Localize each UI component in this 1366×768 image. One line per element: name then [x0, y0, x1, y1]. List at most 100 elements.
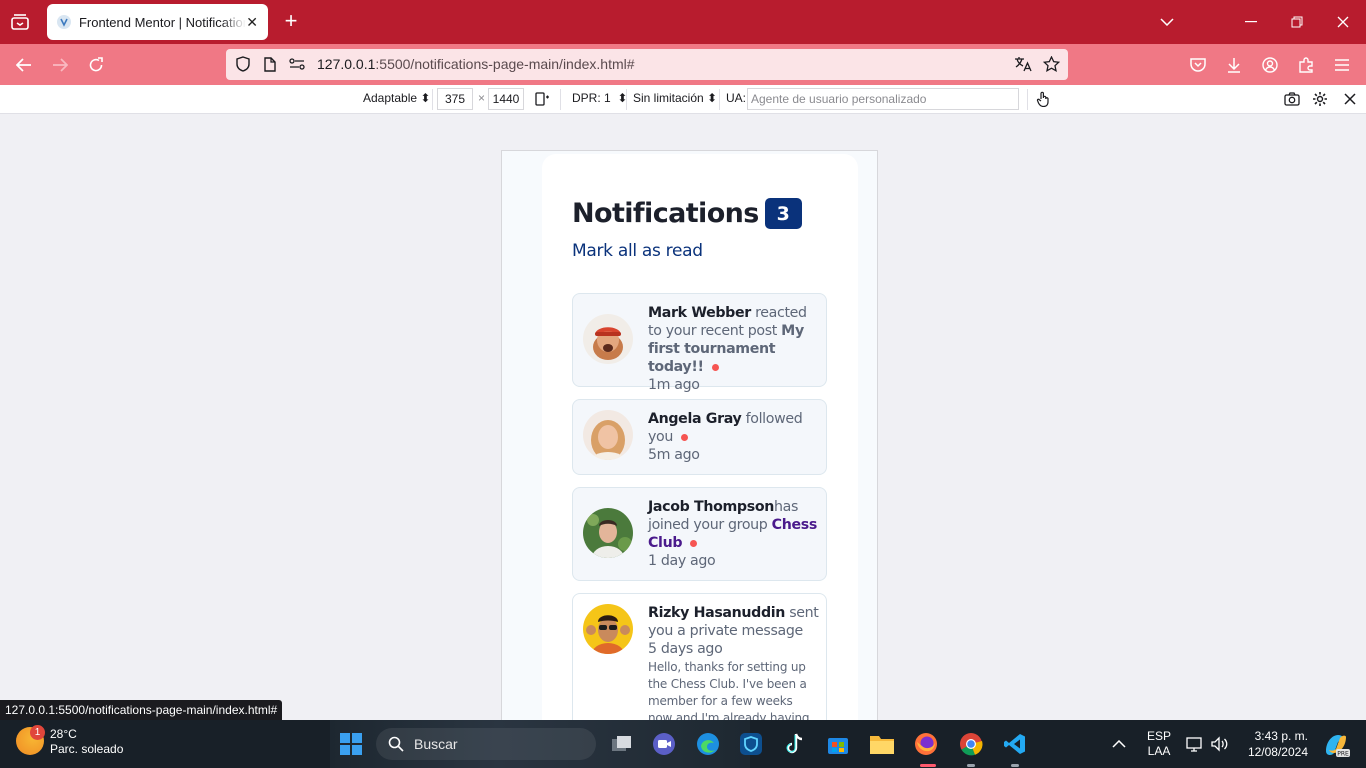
volume-icon[interactable] — [1211, 720, 1229, 768]
show-hidden-icons-chevron-icon[interactable] — [1112, 720, 1126, 768]
minimize-window-button[interactable] — [1228, 0, 1274, 44]
notification-time: 1 day ago — [648, 553, 716, 569]
active-app-indicator — [920, 764, 936, 767]
notification-item[interactable]: Jacob Thompsonhas joined your group Ches… — [572, 487, 827, 581]
avatar[interactable] — [583, 410, 633, 460]
unread-dot — [690, 539, 698, 547]
vscode-icon[interactable] — [1001, 730, 1029, 758]
user-agent-input[interactable]: Agente de usuario personalizado — [747, 88, 1019, 110]
screenshot-camera-icon[interactable] — [1283, 90, 1301, 108]
taskbar-search[interactable]: Buscar — [376, 728, 596, 760]
back-button[interactable] — [11, 52, 37, 78]
close-tab-icon[interactable]: ✕ — [246, 14, 258, 31]
close-rdm-icon[interactable] — [1341, 90, 1359, 108]
weather-widget[interactable]: 1 28°C Parc. soleado — [16, 725, 123, 757]
microsoft-store-icon[interactable] — [824, 730, 852, 758]
network-icon[interactable] — [1186, 720, 1204, 768]
notification-item[interactable]: Rizky Hasanuddin sent you a private mess… — [572, 593, 827, 729]
navigation-toolbar: 127.0.0.1:5500/notifications-page-main/i… — [0, 44, 1366, 85]
windows-start-icon[interactable] — [340, 733, 362, 755]
tab-title: Frontend Mentor | Notifications page — [78, 14, 246, 30]
actor-name[interactable]: Jacob Thompson — [648, 499, 774, 515]
touch-simulation-icon[interactable] — [1034, 90, 1052, 108]
divider — [626, 89, 627, 110]
actor-name[interactable]: Mark Webber — [648, 305, 751, 321]
weather-sun-icon: 1 — [16, 725, 45, 755]
chrome-icon[interactable] — [957, 730, 985, 758]
security-app-icon[interactable] — [737, 730, 765, 758]
favicon-icon — [57, 15, 71, 29]
downloads-icon[interactable] — [1221, 52, 1247, 78]
page-icon[interactable] — [261, 55, 279, 73]
tab-list-icon[interactable] — [8, 10, 32, 34]
pocket-icon[interactable] — [1185, 52, 1211, 78]
close-window-button[interactable] — [1320, 0, 1366, 44]
bookmark-star-icon[interactable] — [1042, 55, 1060, 73]
notification-time: 1m ago — [648, 377, 700, 393]
address-bar[interactable]: 127.0.0.1:5500/notifications-page-main/i… — [226, 49, 1068, 80]
responsive-device-frame: Notifications 3 Mark all as read Mark We… — [501, 150, 878, 730]
clock-date: 12/08/2024 — [1247, 745, 1308, 759]
viewport-height-input[interactable]: 1440 — [488, 88, 524, 110]
page-viewport: Notifications 3 Mark all as read Mark We… — [0, 114, 1366, 730]
actor-name[interactable]: Angela Gray — [648, 411, 742, 427]
tiktok-icon[interactable] — [781, 730, 809, 758]
search-placeholder: Buscar — [414, 736, 458, 752]
firefox-icon[interactable] — [912, 730, 940, 758]
device-selector[interactable]: Adaptable ⬍ — [363, 91, 430, 105]
device-selector-label: Adaptable — [363, 91, 418, 105]
viewport-width-input[interactable]: 375 — [437, 88, 473, 110]
avatar[interactable] — [583, 508, 633, 558]
restore-window-button[interactable] — [1274, 0, 1320, 44]
clock-time: 3:43 p. m. — [1254, 729, 1308, 743]
notification-item[interactable]: Angela Gray followed you 5m ago — [572, 399, 827, 475]
task-view-icon[interactable] — [608, 730, 636, 758]
settings-gear-icon[interactable] — [1311, 90, 1329, 108]
notification-item[interactable]: Mark Webber reacted to your recent post … — [572, 293, 827, 393]
avatar[interactable] — [583, 604, 633, 654]
forward-button[interactable] — [47, 52, 73, 78]
notification-time: 5 days ago — [648, 641, 723, 657]
search-icon — [388, 736, 404, 752]
dpr-selector-label: DPR: 1 — [572, 91, 611, 105]
avatar[interactable] — [583, 314, 633, 364]
shield-icon[interactable] — [234, 55, 252, 73]
browser-tab-active[interactable]: Frontend Mentor | Notifications page ✕ — [47, 4, 268, 40]
rotate-viewport-icon[interactable] — [533, 90, 551, 108]
input-language-indicator[interactable]: ESP LAA — [1147, 720, 1171, 768]
user-agent-label: UA: — [726, 91, 747, 105]
browser-tab-bar: Frontend Mentor | Notifications page ✕ + — [0, 0, 1366, 44]
actor-name[interactable]: Rizky Hasanuddin — [648, 605, 785, 621]
tab-overflow-chevron-icon[interactable] — [1144, 0, 1190, 44]
new-tab-button[interactable]: + — [280, 8, 302, 33]
permissions-icon[interactable] — [288, 55, 306, 73]
unread-dot — [711, 363, 719, 371]
app-running-indicator — [967, 764, 975, 767]
reload-button[interactable] — [83, 52, 109, 78]
notifications-header: Notifications 3 — [572, 198, 802, 229]
notifications-card: Notifications 3 Mark all as read Mark We… — [542, 154, 858, 729]
translate-icon[interactable] — [1014, 55, 1032, 73]
dpr-selector[interactable]: DPR: 1 ⬍ — [572, 91, 627, 105]
url-text[interactable]: 127.0.0.1:5500/notifications-page-main/i… — [317, 56, 635, 72]
responsive-design-toolbar: Adaptable ⬍ 375 × 1440 DPR: 1 ⬍ Sin limi… — [0, 85, 1366, 114]
account-icon[interactable] — [1257, 52, 1283, 78]
menu-hamburger-icon[interactable] — [1329, 52, 1355, 78]
network-throttle-selector[interactable]: Sin limitación ⬍ — [633, 91, 717, 105]
divider — [719, 89, 720, 110]
notification-text: Mark Webber reacted to your recent post … — [648, 304, 820, 394]
temperature: 28°C — [50, 727, 77, 741]
divider — [560, 89, 561, 110]
extensions-icon[interactable] — [1293, 52, 1319, 78]
edge-browser-icon[interactable] — [694, 730, 722, 758]
url-path: :5500/notifications-page-main/index.html… — [375, 56, 635, 72]
copilot-icon[interactable]: PRE — [1322, 720, 1350, 768]
mark-all-read-button[interactable]: Mark all as read — [572, 241, 703, 261]
url-host: 127.0.0.1 — [317, 56, 376, 72]
file-explorer-icon[interactable] — [868, 730, 896, 758]
taskbar-clock[interactable]: 3:43 p. m. 12/08/2024 — [1244, 720, 1308, 768]
windows-taskbar: 1 28°C Parc. soleado Buscar ESP LAA 3:43… — [0, 720, 1366, 768]
dimension-separator: × — [478, 91, 486, 105]
video-app-icon[interactable] — [650, 730, 678, 758]
page-title: Notifications — [572, 198, 759, 229]
